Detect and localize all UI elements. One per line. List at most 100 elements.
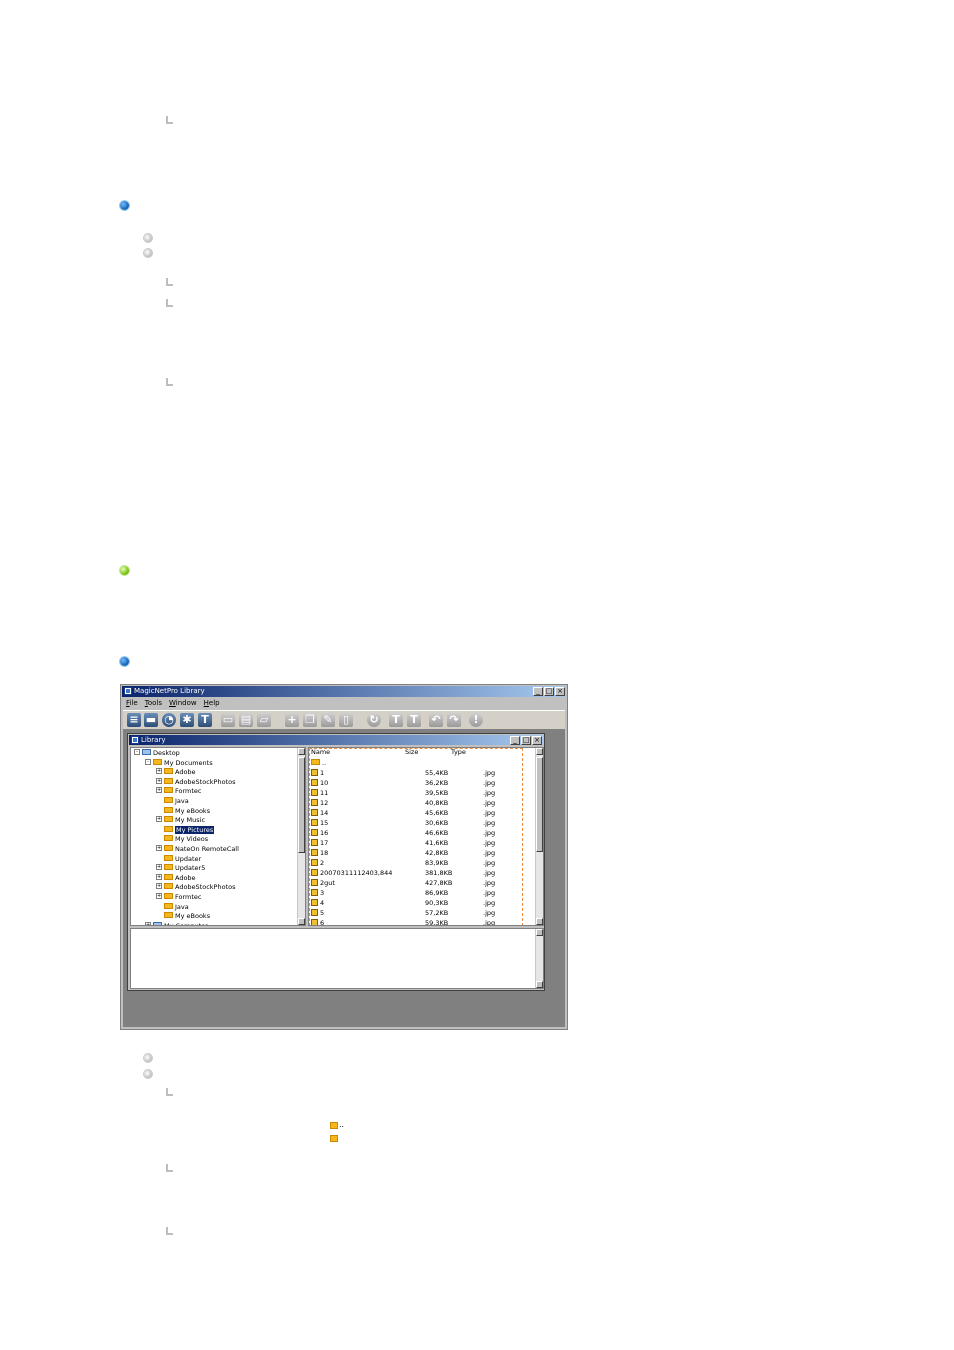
tree-item[interactable]: + Formtec [156,893,202,902]
scroll-thumb[interactable] [536,757,543,852]
tree-item[interactable]: + Updater5 [156,864,205,873]
file-row[interactable]: 10 36,2KB .jpg [311,778,531,788]
redo-tool-button[interactable]: ↷ [447,713,461,727]
settings-tool-button[interactable]: ✱ [180,713,194,727]
tree-item[interactable]: Java [156,902,189,912]
file-type: .jpg [483,859,496,867]
file-size: 40,8KB [425,799,449,807]
column-size[interactable]: Size [405,748,418,757]
minimize-button[interactable]: _ [533,687,543,696]
expand-toggle-icon[interactable]: + [156,864,162,871]
scroll-down-arrow[interactable] [536,981,543,988]
expand-toggle-icon[interactable]: - [145,758,151,765]
file-row[interactable]: 2gut 427,8KB .jpg [311,878,531,888]
preview-pane[interactable] [130,928,544,989]
maximize-button[interactable]: □ [544,687,554,696]
file-row[interactable]: 14 45,6KB .jpg [311,808,531,818]
open-tool-button[interactable]: ▭ [221,713,235,727]
scroll-thumb[interactable] [298,757,305,853]
file-row[interactable]: 11 39,5KB .jpg [311,788,531,798]
expand-toggle-icon[interactable]: + [156,777,162,784]
image-file-icon [311,808,318,816]
copy-tool-button[interactable]: ❐ [303,713,317,727]
file-row[interactable]: 17 41,6KB .jpg [311,838,531,848]
file-row[interactable]: 16 46,6KB .jpg [311,828,531,838]
delete-tool-button[interactable]: ▯ [339,713,353,727]
tree-item[interactable]: + AdobeStockPhotos [156,777,235,787]
library-titlebar[interactable]: Library _ □ × [129,735,543,745]
tree-item[interactable]: + Adobe [156,768,196,777]
expand-toggle-icon[interactable]: + [145,921,151,925]
menu-file[interactable]: File [126,698,138,709]
close-button[interactable]: × [555,687,565,696]
scroll-up-arrow[interactable] [536,929,543,936]
tree-scrollbar[interactable] [297,748,305,925]
screen-tool-button[interactable]: ▬ [144,713,158,727]
scroll-up-arrow[interactable] [536,748,543,755]
expand-toggle-icon[interactable]: + [156,845,162,851]
preview-scrollbar[interactable] [535,929,543,988]
file-list[interactable]: Name Size Type .. 1 55,4KB .jpg 10 36,2KB .jpg… [308,747,544,926]
add-tool-button[interactable]: + [285,713,299,727]
file-row[interactable]: 1 55,4KB .jpg [311,768,531,778]
file-row[interactable]: 6 59,3KB .jpg [311,918,531,925]
schedule-tool-button[interactable]: ◔ [162,713,176,727]
text-down-tool-button[interactable]: T [407,713,421,727]
scroll-down-arrow[interactable] [298,918,305,925]
file-row[interactable]: 3 86,9KB .jpg [311,888,531,898]
tree-item[interactable]: Java [156,797,189,806]
paste-tool-button[interactable]: ✎ [321,713,335,727]
undo-tool-button[interactable]: ↶ [429,713,443,727]
expand-toggle-icon[interactable]: + [156,768,162,775]
tree-item[interactable]: + Adobe [156,873,196,883]
file-row[interactable]: 2 83,9KB .jpg [311,858,531,868]
tree-item[interactable]: My eBooks [156,912,210,921]
library-tool-button[interactable]: ≡ [127,713,141,727]
scroll-up-arrow[interactable] [298,748,305,755]
menu-help[interactable]: Help [204,698,220,709]
library-minimize-button[interactable]: _ [510,736,520,745]
expand-toggle-icon[interactable]: + [156,883,162,890]
refresh-tool-button[interactable]: ↻ [367,713,381,727]
tree-item[interactable]: + Formtec [156,787,202,796]
tree-item[interactable]: My Pictures [156,825,215,835]
tree-item[interactable]: My eBooks [156,806,210,816]
file-row[interactable]: 15 30,6KB .jpg [311,818,531,828]
library-close-button[interactable]: × [532,736,542,745]
save-tool-button[interactable]: ▤ [239,713,253,727]
menu-window[interactable]: Window [169,698,197,709]
text-up-tool-button[interactable]: T [389,713,403,727]
file-row[interactable]: .. [311,758,531,768]
folder-tree[interactable]: - Desktop - My Documents + Adobe + AdobeStockPh… [130,747,306,926]
tree-item[interactable]: My Videos [156,835,208,844]
file-row[interactable]: 5 57,2KB .jpg [311,908,531,918]
tree-item[interactable]: Updater [156,854,201,864]
image-file-icon [311,818,318,826]
tree-item[interactable]: + AdobeStockPhotos [156,883,235,892]
menu-tools[interactable]: Tools [145,698,162,709]
tree-item[interactable]: + My Computer [145,921,208,925]
expand-toggle-icon[interactable]: + [156,893,162,899]
tree-item[interactable]: - My Documents [145,758,213,768]
text-tool-button[interactable]: T [198,713,212,727]
tree-item[interactable]: + NateOn RemoteCall [156,845,239,854]
send-tool-button[interactable]: ▱ [257,713,271,727]
tree-item[interactable]: + My Music [156,816,205,825]
library-maximize-button[interactable]: □ [521,736,531,745]
scroll-down-arrow[interactable] [536,918,543,925]
expand-toggle-icon[interactable]: - [134,749,140,755]
app-titlebar[interactable]: MagicNetPro Library _ □ × [122,686,566,697]
file-row[interactable]: 12 40,8KB .jpg [311,798,531,808]
file-row[interactable]: 18 42,8KB .jpg [311,848,531,858]
expand-toggle-icon[interactable]: + [156,873,162,880]
list-scrollbar[interactable] [535,748,543,925]
file-type: .jpg [483,909,496,917]
expand-toggle-icon[interactable]: + [156,816,162,823]
file-row[interactable]: 20070311112403,844 381,8KB .jpg [311,868,531,878]
column-name[interactable]: Name [311,748,330,757]
expand-toggle-icon[interactable]: + [156,787,162,794]
info-tool-button[interactable]: ! [469,713,483,727]
column-type[interactable]: Type [451,748,466,757]
file-row[interactable]: 4 90,3KB .jpg [311,898,531,908]
tree-item[interactable]: - Desktop [134,749,180,758]
